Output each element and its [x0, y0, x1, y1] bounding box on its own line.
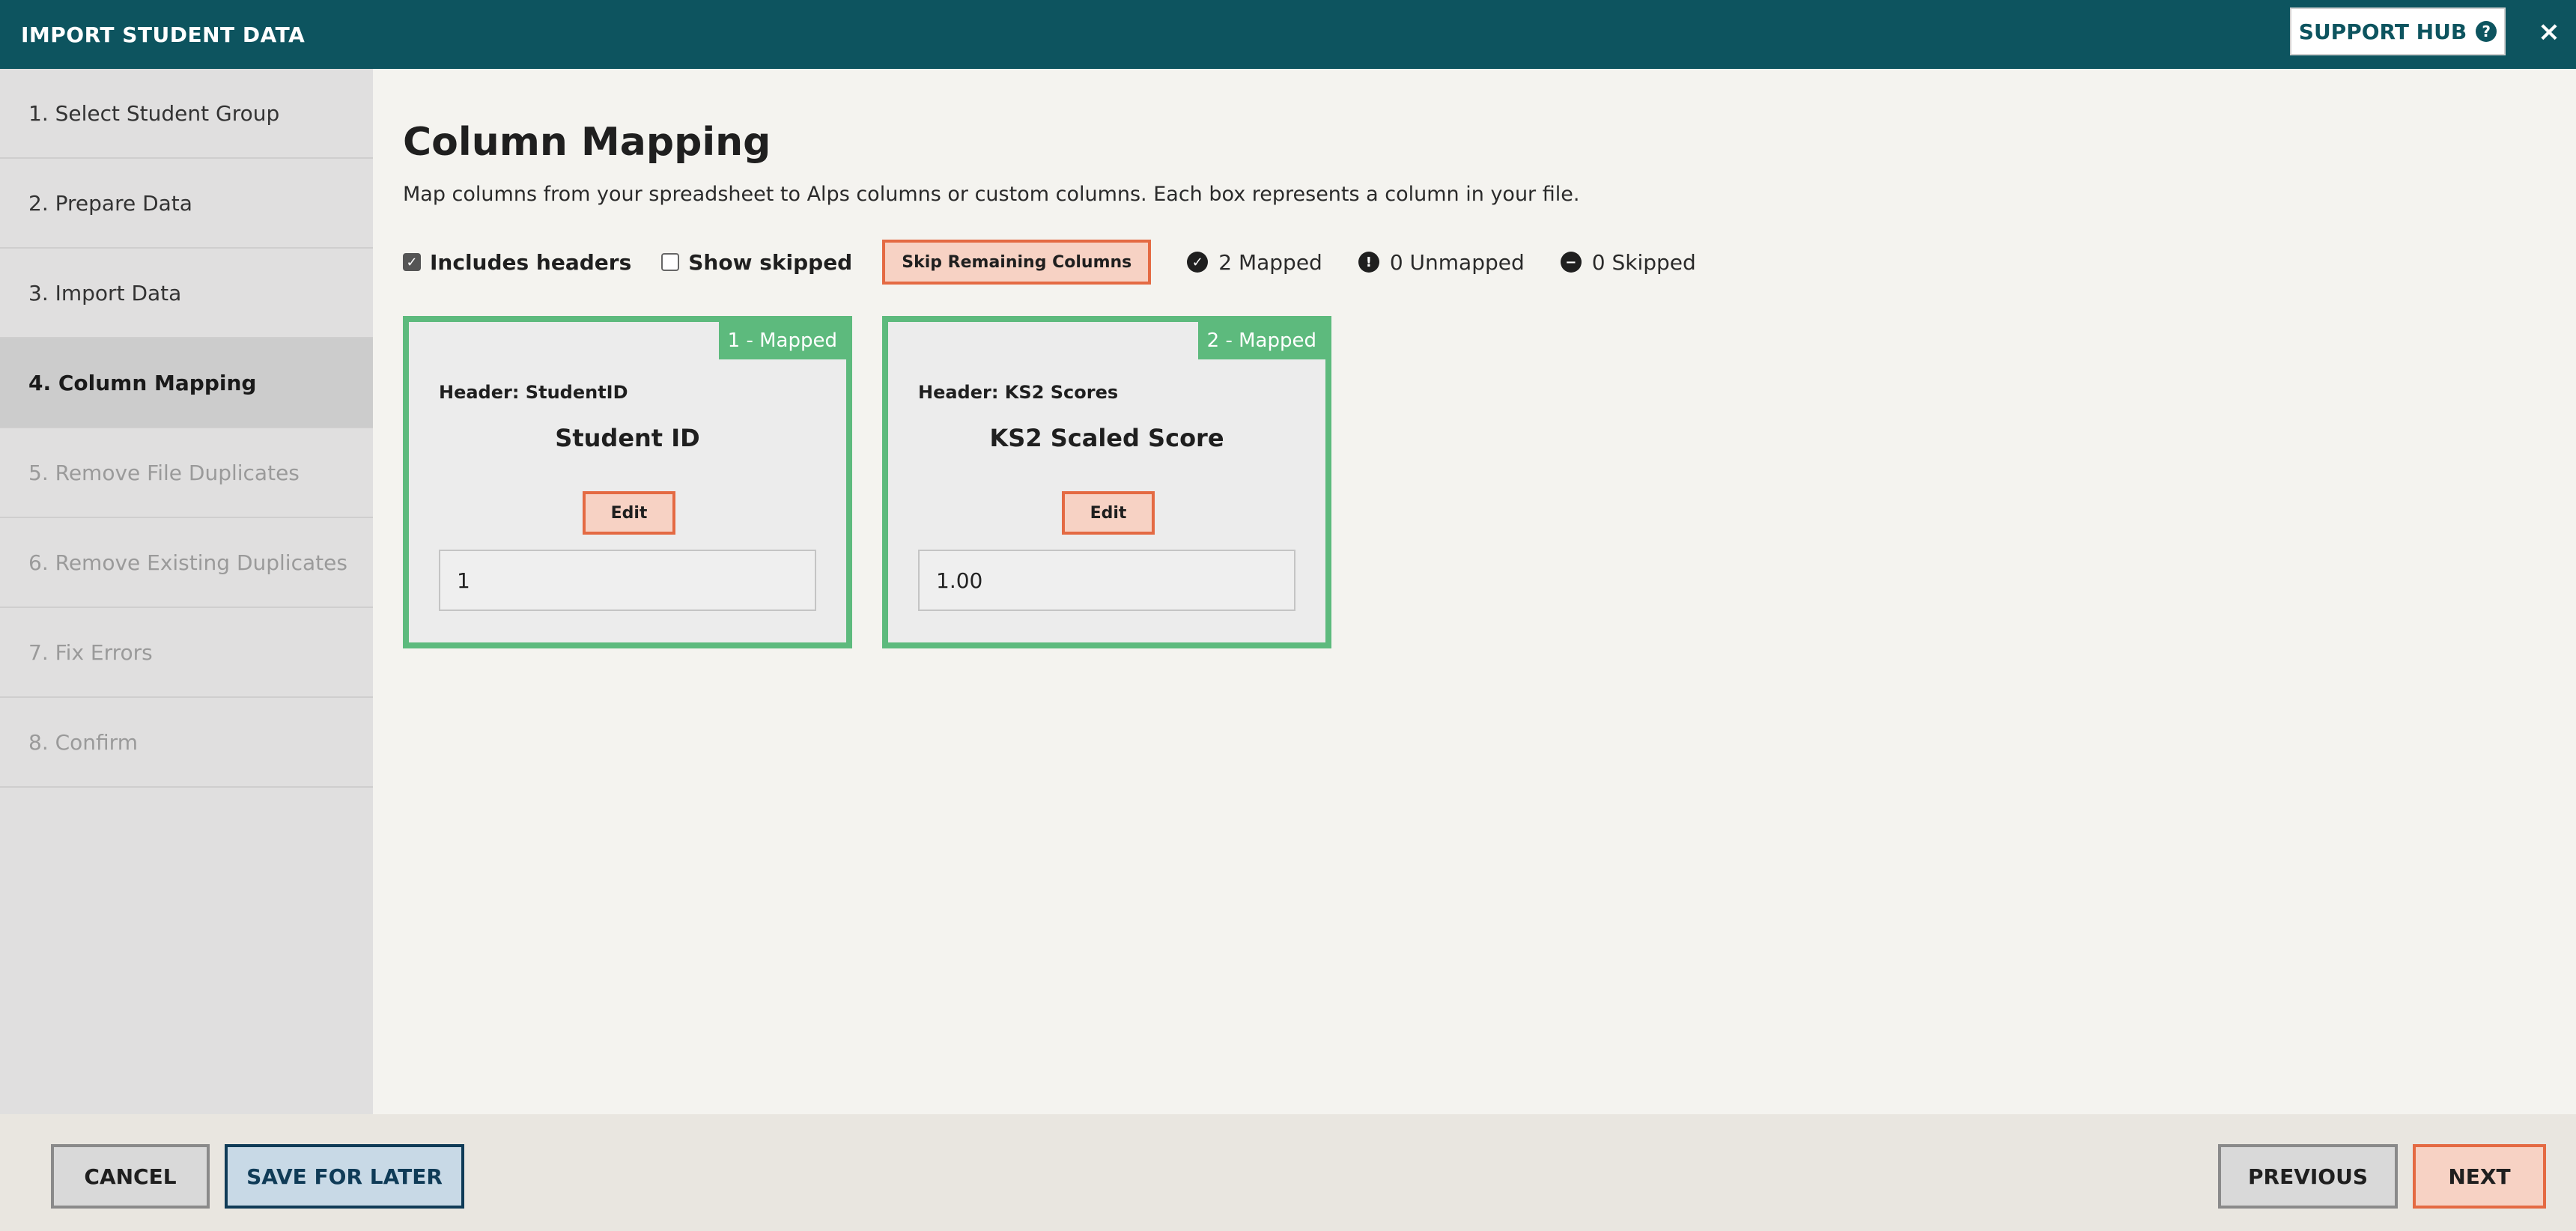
column-card: 1 - Mapped Header: StudentID Student ID … — [403, 316, 852, 648]
unmapped-count: ! 0 Unmapped — [1358, 250, 1525, 275]
includes-headers-checkbox[interactable]: ✓ — [403, 253, 421, 271]
column-header-label: Header: KS2 Scores — [918, 382, 1119, 403]
step-label: 6. Remove Existing Duplicates — [28, 550, 347, 575]
mapped-column-name: Student ID — [555, 424, 700, 452]
save-for-later-button[interactable]: SAVE FOR LATER — [225, 1144, 464, 1209]
question-circle-icon: ? — [2476, 21, 2497, 42]
page-title: Column Mapping — [403, 120, 771, 165]
skip-remaining-columns-button[interactable]: Skip Remaining Columns — [882, 240, 1152, 285]
top-header-bar: IMPORT STUDENT DATA SUPPORT HUB ? × — [0, 0, 2576, 69]
minus-circle-icon: − — [1560, 252, 1582, 273]
exclamation-circle-icon: ! — [1358, 252, 1379, 273]
sidebar-step-confirm: 8. Confirm — [0, 698, 373, 788]
step-label: 4. Column Mapping — [28, 370, 257, 395]
step-label: 5. Remove File Duplicates — [28, 460, 300, 485]
sidebar-step-select-student-group[interactable]: 1. Select Student Group — [0, 69, 373, 159]
unmapped-count-label: 0 Unmapped — [1389, 249, 1525, 275]
sidebar-step-fix-errors: 7. Fix Errors — [0, 608, 373, 698]
next-button[interactable]: NEXT — [2413, 1144, 2546, 1209]
steps-sidebar: 1. Select Student Group 2. Prepare Data … — [0, 69, 373, 1114]
step-label: 2. Prepare Data — [28, 190, 192, 216]
column-header-label: Header: StudentID — [439, 382, 628, 403]
check-circle-icon: ✓ — [1187, 252, 1209, 273]
skipped-count: − 0 Skipped — [1560, 249, 1696, 275]
sidebar-step-remove-file-duplicates: 5. Remove File Duplicates — [0, 428, 373, 518]
step-label: 1. Select Student Group — [28, 100, 280, 126]
mapped-column-name: KS2 Scaled Score — [989, 424, 1224, 452]
sidebar-step-column-mapping[interactable]: 4. Column Mapping — [0, 338, 373, 428]
show-skipped-toggle[interactable]: Show skipped — [661, 250, 852, 275]
dialog-title: IMPORT STUDENT DATA — [21, 22, 306, 47]
includes-headers-label: Includes headers — [430, 249, 632, 275]
includes-headers-toggle[interactable]: ✓ Includes headers — [403, 250, 631, 275]
skipped-count-label: 0 Skipped — [1591, 249, 1696, 275]
main-content: Column Mapping Map columns from your spr… — [373, 69, 2576, 1114]
mapping-toolbar: ✓ Includes headers Show skipped Skip Rem… — [403, 240, 1696, 285]
previous-button[interactable]: PREVIOUS — [2218, 1144, 2398, 1209]
close-icon[interactable]: × — [2531, 13, 2567, 49]
support-hub-label: SUPPORT HUB — [2298, 19, 2467, 44]
step-label: 3. Import Data — [28, 280, 182, 306]
footer-bar: CANCEL SAVE FOR LATER PREVIOUS NEXT — [0, 1114, 2576, 1231]
show-skipped-label: Show skipped — [688, 249, 853, 275]
column-card: 2 - Mapped Header: KS2 Scores KS2 Scaled… — [882, 316, 1331, 648]
mapped-badge: 2 - Mapped — [1197, 322, 1325, 359]
mapped-count-label: 2 Mapped — [1218, 249, 1322, 275]
step-label: 7. Fix Errors — [28, 639, 153, 665]
sample-value-field: 1.00 — [918, 550, 1295, 611]
sidebar-step-import-data[interactable]: 3. Import Data — [0, 249, 373, 338]
sidebar-step-remove-existing-duplicates: 6. Remove Existing Duplicates — [0, 518, 373, 608]
support-hub-button[interactable]: SUPPORT HUB ? — [2290, 7, 2506, 55]
mapped-count: ✓ 2 Mapped — [1187, 250, 1322, 275]
sidebar-step-prepare-data[interactable]: 2. Prepare Data — [0, 159, 373, 249]
edit-button[interactable]: Edit — [583, 491, 675, 535]
edit-button[interactable]: Edit — [1062, 491, 1155, 535]
cancel-button[interactable]: CANCEL — [51, 1144, 210, 1209]
sample-value-field: 1 — [439, 550, 816, 611]
mapped-badge: 1 - Mapped — [718, 322, 846, 359]
step-label: 8. Confirm — [28, 729, 138, 755]
show-skipped-checkbox[interactable] — [661, 253, 680, 271]
page-description: Map columns from your spreadsheet to Alp… — [403, 183, 1580, 206]
